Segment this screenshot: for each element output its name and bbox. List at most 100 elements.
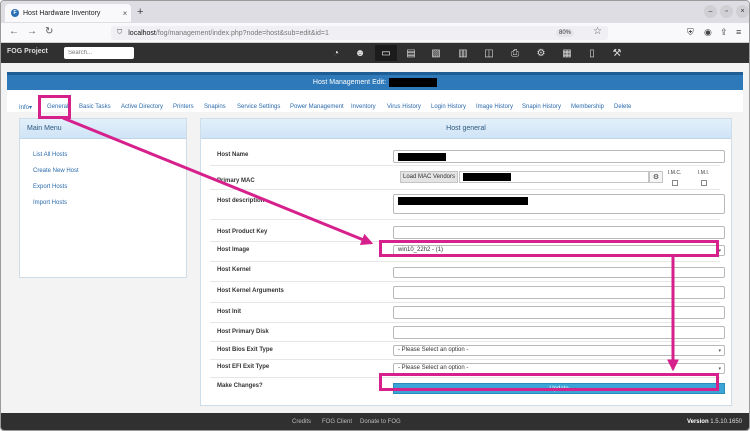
tab-inventory[interactable]: Inventory [351,104,376,110]
fog-navbar: FOG Project ◔ ☻ ▭ ▤ ▧ ▥ ◫ ⎙ ⚙ ▦ ▯ ⚒ [1,43,749,63]
product-key-label: Host Product Key [217,229,268,235]
address-bar[interactable]: ⛉ localhost/fog/management/index.php?nod… [111,26,608,40]
tab-strip: F Host Hardware Inventory × + – ▫ × [1,1,749,23]
fog-brand[interactable]: FOG Project [7,48,48,55]
snapins-icon[interactable]: ◫ [478,45,500,61]
tab-basic-tasks[interactable]: Basic Tasks [79,104,111,110]
bios-exit-label: Host Bios Exit Type [217,347,273,353]
host-kernel-input[interactable] [393,267,725,278]
efi-exit-value: - Please Select an option - [398,365,469,371]
tab-printers[interactable]: Printers [173,104,194,110]
reload-icon[interactable]: ↻ [45,26,53,37]
page-title: Host Management Edit: [7,72,743,90]
forward-icon[interactable]: → [27,26,37,37]
users-icon[interactable]: ☻ [349,45,371,61]
host-init-input[interactable] [393,306,725,319]
kernel-args-input[interactable] [393,286,725,299]
tab-login-history[interactable]: Login History [431,104,466,110]
import-hosts-link[interactable]: Import Hosts [33,200,67,206]
primary-disk-row: Host Primary Disk [210,322,725,340]
kernel-args-label: Host Kernel Arguments [217,288,284,294]
images-icon[interactable]: ▧ [425,45,447,61]
bookmark-star-icon[interactable]: ☆ [593,26,602,37]
account-icon[interactable]: ◉ [704,27,712,38]
menu-icon[interactable]: ≡ [736,27,741,37]
tab-membership[interactable]: Membership [571,104,604,110]
tab-delete[interactable]: Delete [614,104,631,110]
imi-checkbox[interactable] [701,180,707,186]
redacted-mac [463,173,511,181]
search-input[interactable] [64,47,134,59]
zoom-level[interactable]: 80% [555,29,574,37]
browser-tab[interactable]: F Host Hardware Inventory × [5,4,131,22]
tab-power-management[interactable]: Power Management [290,104,344,110]
product-key-row: Host Product Key [210,219,725,239]
host-init-label: Host Init [217,309,241,315]
host-image-highlight [379,240,719,257]
tab-active-directory[interactable]: Active Directory [121,104,163,110]
fog-client-link[interactable]: FOG Client [322,419,352,425]
imc-label: I.M.C. [668,170,682,176]
load-mac-vendors-button[interactable]: Load MAC Vendors [400,171,458,183]
redacted-hostname [389,78,438,87]
bios-exit-row: Host Bios Exit Type - Please Select an o… [210,341,725,358]
bios-exit-select[interactable]: - Please Select an option - ▾ [393,345,725,356]
dashboard-icon[interactable]: ◔ [325,45,347,61]
host-init-row: Host Init [210,302,725,321]
product-key-input[interactable] [393,226,725,239]
redacted-description [398,197,528,205]
dropdown-caret-icon: ▾ [718,348,721,354]
new-tab-button[interactable]: + [137,6,143,18]
list-all-hosts-link[interactable]: List All Hosts [33,152,67,158]
hosts-icon[interactable]: ▭ [375,45,397,61]
page-body: Host Management Edit: Info▾ General Basi… [1,63,749,413]
tasks-icon[interactable]: ▦ [556,45,578,61]
tab-snapin-history[interactable]: Snapin History [522,104,561,110]
make-changes-label: Make Changes? [217,383,263,389]
host-name-input[interactable] [393,150,725,163]
tab-snapins[interactable]: Snapins [204,104,226,110]
tab-virus-history[interactable]: Virus History [387,104,421,110]
create-new-host-link[interactable]: Create New Host [33,168,79,174]
primary-mac-row: Primary MAC Load MAC Vendors ⚙ I.M.C. I.… [210,165,720,187]
update-button-highlight [379,373,719,391]
storage-icon[interactable]: ▥ [452,45,474,61]
mac-settings-gear-icon[interactable]: ⚙ [649,171,663,183]
donate-link[interactable]: Donate to FOG [360,419,401,425]
shield-icon[interactable]: ⛨ [687,27,694,38]
host-subnav: Info▾ General Basic Tasks Active Directo… [7,90,743,112]
tab-service-settings[interactable]: Service Settings [237,104,280,110]
host-general-panel: Host general Host Name Primary MAC Load … [200,118,732,406]
host-description-textarea[interactable] [393,194,725,214]
back-icon[interactable]: ← [9,26,19,37]
efi-exit-label: Host EFI Exit Type [217,364,270,370]
tab-image-history[interactable]: Image History [476,104,513,110]
general-tab-highlight [38,95,71,119]
maximize-icon[interactable]: ▫ [720,5,733,18]
host-description-row: Host description [210,189,725,217]
groups-icon[interactable]: ▤ [400,45,422,61]
printers-icon[interactable]: ⎙ [504,45,526,61]
primary-mac-input[interactable] [459,171,649,183]
reports-icon[interactable]: ▯ [581,45,603,61]
host-general-title: Host general [201,119,731,139]
credits-link[interactable]: Credits [292,419,311,425]
window-close-icon[interactable]: × [736,5,749,18]
minimize-icon[interactable]: – [704,5,717,18]
primary-disk-label: Host Primary Disk [217,329,269,335]
tab-info[interactable]: Info▾ [19,104,32,111]
host-name-row: Host Name [210,145,725,163]
extensions-icon[interactable]: ⇪ [720,27,728,38]
primary-disk-input[interactable] [393,326,725,339]
fog-footer: Credits FOG Client Donate to FOG Version… [1,413,749,430]
host-description-label: Host description [217,198,265,204]
host-image-label: Host Image [217,247,250,253]
imc-checkbox[interactable] [672,180,678,186]
site-info-icon[interactable]: ⛉ [117,29,122,37]
fog-settings-wrench-icon[interactable]: ⚒ [606,45,628,61]
close-tab-icon[interactable]: × [119,9,131,18]
export-hosts-link[interactable]: Export Hosts [33,184,67,190]
primary-mac-label: Primary MAC [217,178,255,184]
service-settings-icon[interactable]: ⚙ [530,45,552,61]
host-kernel-row: Host Kernel [210,261,725,279]
